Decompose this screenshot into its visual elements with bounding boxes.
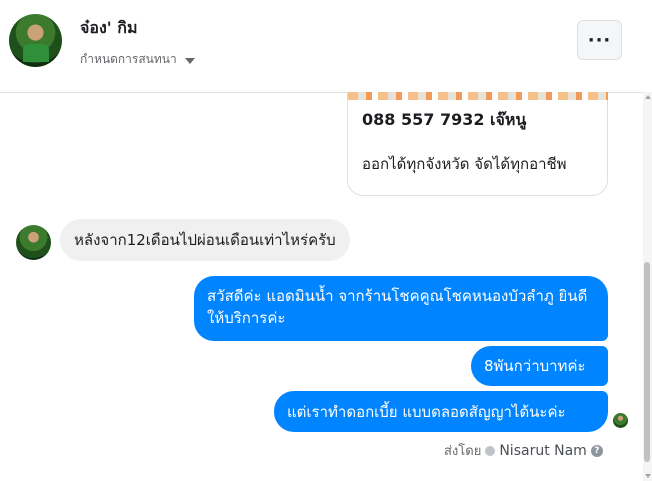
outgoing-message: 8พันกว่าบาทค่ะ <box>471 346 608 386</box>
sent-by-info: ส่งโดย Nisarut Nam ? <box>444 440 603 461</box>
outgoing-message: สวัสดีค่ะ แอดมินน้ำ จากร้านโชคคูณโชคหนอง… <box>194 276 608 341</box>
sender-avatar[interactable] <box>16 225 51 260</box>
more-horizontal-icon: ··· <box>587 29 612 51</box>
shared-post-image <box>348 92 608 100</box>
sent-by-label: ส่งโดย <box>444 444 482 459</box>
shared-post-card[interactable]: 088 557 7932 เจ๊หนู ออกได้ทุกจังหวัด จัด… <box>347 92 608 196</box>
scroll-down-icon[interactable] <box>645 474 651 478</box>
sender-name[interactable]: Nisarut Nam <box>499 443 587 459</box>
caret-down-icon <box>184 57 195 64</box>
contact-name[interactable]: จ๋อง' กิม <box>80 16 138 41</box>
more-options-button[interactable]: ··· <box>577 20 622 60</box>
help-icon[interactable]: ? <box>590 444 603 457</box>
scroll-up-icon[interactable] <box>645 95 651 99</box>
conversation-settings-dropdown[interactable]: กำหนดการสนทนา <box>80 50 195 69</box>
shared-post-description: ออกได้ทุกจังหวัด จัดได้ทุกอาชีพ <box>362 155 567 173</box>
contact-avatar[interactable] <box>9 14 62 67</box>
outgoing-message: แต่เราทำดอกเบี้ย แบบดลอดสัญญาได้นะค่ะ <box>274 391 608 432</box>
scroll-thumb[interactable] <box>644 262 650 462</box>
seen-avatar <box>613 413 628 428</box>
conversation-header: จ๋อง' กิม กำหนดการสนทนา ··· <box>0 0 652 93</box>
shared-post-phone: 088 557 7932 เจ๊หนู <box>362 110 527 129</box>
scrollbar[interactable] <box>643 92 652 481</box>
check-icon <box>485 445 496 456</box>
conversation-settings-label: กำหนดการสนทนา <box>80 52 177 66</box>
incoming-message: หลังจาก12เดือนไปผ่อนเดือนเท่าไหร่ครับ <box>60 219 350 261</box>
